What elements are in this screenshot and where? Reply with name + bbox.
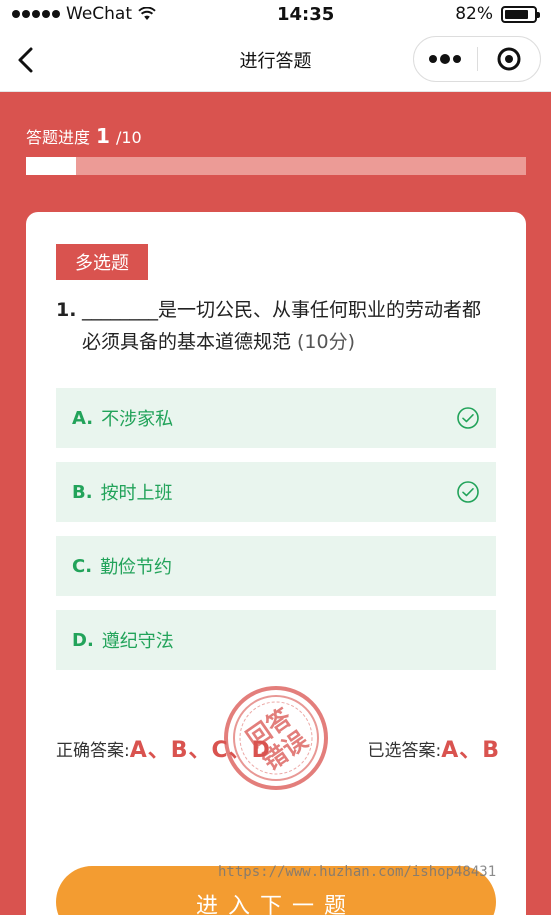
option-letter: A.: [72, 407, 94, 429]
question-score: (10分): [297, 331, 356, 353]
option-letter: C.: [72, 555, 93, 577]
status-left: WeChat: [12, 4, 156, 24]
back-button[interactable]: [8, 42, 44, 78]
question-card: 多选题 1. ________是一切公民、从事任何职业的劳动者都必须具备的基本道…: [26, 212, 526, 915]
progress-fill: [26, 157, 76, 175]
page-title: 进行答题: [239, 50, 312, 72]
more-button[interactable]: [414, 37, 477, 81]
carrier-label: WeChat: [66, 4, 132, 24]
question-type-badge: 多选题: [56, 244, 148, 280]
progress-current: 1: [96, 124, 110, 148]
more-dots-icon: [429, 54, 462, 64]
progress-label: 答题进度 1 /10: [26, 124, 142, 148]
option-text: 不涉家私: [101, 409, 174, 430]
battery-fill: [505, 9, 528, 19]
question-stem: ________是一切公民、从事任何职业的劳动者都必须具备的基本道德规范: [82, 299, 482, 353]
signal-icon: [12, 10, 60, 18]
option-letter: B.: [72, 481, 93, 503]
option-text: 按时上班: [100, 483, 173, 504]
selected-answer-value: A、B: [441, 738, 500, 763]
progress-title: 答题进度: [26, 128, 91, 147]
question-text-block: 1. ________是一切公民、从事任何职业的劳动者都必须具备的基本道德规范(…: [56, 294, 496, 358]
battery-icon: [501, 5, 540, 23]
option-letter: D.: [72, 629, 94, 651]
option-a[interactable]: A. 不涉家私: [56, 388, 496, 448]
option-text: 勤俭节约: [100, 557, 173, 578]
option-text: 遵纪守法: [101, 631, 174, 652]
wifi-icon: [138, 7, 156, 20]
correct-answer: 正确答案: A、B、C、D: [56, 732, 271, 764]
check-circle-icon: [457, 407, 479, 429]
option-d[interactable]: D. 遵纪守法: [56, 610, 496, 670]
correct-answer-label: 正确答案:: [56, 740, 130, 761]
option-c[interactable]: C. 勤俭节约: [56, 536, 496, 596]
battery-percent: 82%: [455, 4, 493, 24]
question-text: ________是一切公民、从事任何职业的劳动者都必须具备的基本道德规范 (10分…: [82, 294, 496, 358]
check-circle-icon: [457, 481, 479, 503]
answer-summary: 正确答案: A、B、C、D 已选答案: A、B: [56, 732, 500, 764]
nav-bar: 进行答题: [0, 28, 551, 92]
target-icon: [497, 47, 521, 71]
selected-answer-label: 已选答案:: [367, 740, 442, 761]
status-bar: WeChat 14:35 82%: [0, 0, 551, 28]
chevron-left-icon: [18, 47, 33, 73]
progress-total: /10: [115, 128, 142, 147]
status-right: 82%: [455, 4, 540, 24]
watermark: https://www.huzhan.com/ishop48431: [218, 864, 497, 880]
option-b[interactable]: B. 按时上班: [56, 462, 496, 522]
progress-bar: [26, 157, 526, 175]
question-number: 1.: [56, 299, 77, 321]
selected-answer: 已选答案: A、B: [367, 732, 500, 764]
close-miniprogram-button[interactable]: [478, 37, 541, 81]
status-time: 14:35: [276, 3, 335, 25]
correct-answer-value: A、B、C、D: [129, 738, 271, 763]
mini-program-capsule: [413, 36, 541, 82]
